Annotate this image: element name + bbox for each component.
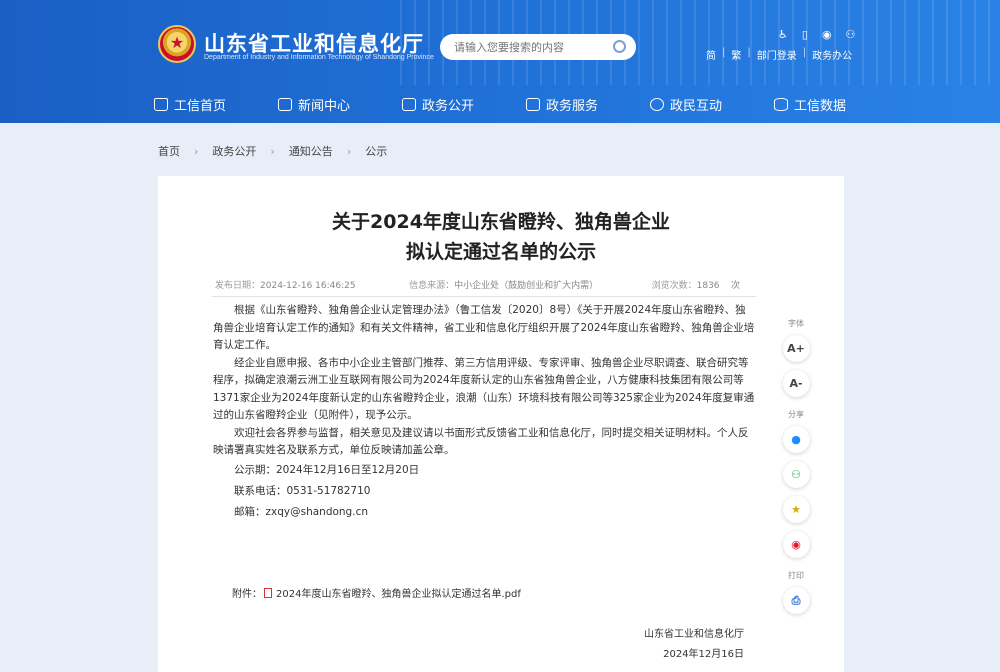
divider: | <box>722 47 726 58</box>
traditional-link[interactable]: 繁 <box>731 47 741 62</box>
breadcrumb-disclosure[interactable]: 政务公开 <box>212 143 256 159</box>
nav-item-service[interactable]: 政务服务 <box>500 95 624 114</box>
news-icon <box>277 97 292 111</box>
qq-share-icon[interactable]: ● <box>782 426 810 453</box>
favorite-star-icon[interactable]: ★ <box>782 496 810 523</box>
info-source-label: 信息来源： <box>409 281 455 291</box>
attachment-link[interactable]: 2024年度山东省瞪羚、独角兽企业拟认定通过名单.pdf <box>276 585 521 600</box>
national-emblem-logo[interactable] <box>158 25 196 63</box>
home-icon <box>153 97 168 111</box>
breadcrumb-current[interactable]: 公示 <box>365 143 387 159</box>
nav-item-label: 政民互动 <box>669 98 722 114</box>
search-box <box>440 34 636 60</box>
publish-date-value: 2024-12-16 16:46:25 <box>260 281 356 291</box>
wechat-icon[interactable]: ⚇ <box>846 28 856 41</box>
search-icon[interactable] <box>613 40 626 53</box>
meta-divider <box>212 296 756 297</box>
attachment: 附件： 2024年度山东省瞪羚、独角兽企业拟认定通过名单.pdf <box>232 585 521 600</box>
simplified-link[interactable]: 简 <box>706 47 716 62</box>
department-login-link[interactable]: 部门登录 <box>757 47 797 62</box>
article-meta: 发布日期：2024-12-16 16:46:25 信息来源：中小企业处（鼓励创业… <box>215 278 740 291</box>
print-label: 打印 <box>788 571 804 580</box>
accessibility-icon[interactable]: ♿ <box>778 28 788 41</box>
site-header: 山东省工业和信息化厅 Department of Industry and In… <box>0 0 1000 123</box>
chat-icon <box>649 97 664 111</box>
signature: 山东省工业和信息化厅 <box>644 629 744 640</box>
search-input[interactable] <box>440 34 600 60</box>
monitor-icon <box>401 97 416 111</box>
divider: | <box>747 47 751 58</box>
paragraph: 根据《山东省瞪羚、独角兽企业认定管理办法》（鲁工信发〔2020〕8号）《关于开展… <box>213 304 755 351</box>
publish-date-label: 发布日期： <box>215 281 261 291</box>
nav-item-label: 工信数据 <box>793 98 846 114</box>
view-count-label: 浏览次数： <box>651 281 697 291</box>
print-icon[interactable]: ⎙ <box>782 587 810 614</box>
nav-item-home[interactable]: 工信首页 <box>128 95 252 114</box>
breadcrumb: 首页 › 政务公开 › 通知公告 › 公示 <box>158 143 387 159</box>
paragraph: 欢迎社会各界参与监督，相关意见及建议请以书面形式反馈省工业和信息化厅，同时提交相… <box>213 426 749 457</box>
breadcrumb-notices[interactable]: 通知公告 <box>289 143 333 159</box>
site-subtitle: Department of Industry and Information T… <box>204 54 434 61</box>
divider: | <box>802 47 807 58</box>
office-link[interactable]: 政务办公 <box>812 47 852 62</box>
info-source: 信息来源：中小企业处（鼓励创业和扩大内需） <box>409 278 598 291</box>
sign-date: 2024年12月16日 <box>663 649 744 660</box>
article-title-line2: 拟认定通过名单的公示 <box>405 241 596 263</box>
service-icon <box>525 97 540 111</box>
mobile-icon[interactable]: ▯ <box>802 28 808 41</box>
nav-item-label: 工信首页 <box>173 98 226 114</box>
database-icon <box>773 97 788 111</box>
info-source-value: 中小企业处（鼓励创业和扩大内需） <box>454 281 599 291</box>
nav-item-data[interactable]: 工信数据 <box>748 95 872 114</box>
contact-phone: 联系电话：0531-51782710 <box>234 484 371 497</box>
view-count-value: 1836 <box>696 281 720 291</box>
nav-item-news[interactable]: 新闻中心 <box>252 95 376 114</box>
paragraph: 经企业自愿申报、各市中小企业主管部门推荐、第三方信用评级、专家评审、独角兽企业尽… <box>213 356 755 422</box>
top-links: 简 | 繁 | 部门登录 | 政务办公 <box>706 47 852 62</box>
weibo-icon[interactable]: ◉ <box>822 28 832 41</box>
article-title-line1: 关于2024年度山东省瞪羚、独角兽企业 <box>332 211 670 233</box>
publish-date: 发布日期：2024-12-16 16:46:25 <box>215 278 356 291</box>
nav-item-disclosure[interactable]: 政务公开 <box>376 95 500 114</box>
font-decrease-button[interactable]: A- <box>782 370 810 397</box>
contact-email: 邮箱：zxqy@shandong.cn <box>234 505 368 518</box>
attachment-label: 附件： <box>232 589 262 600</box>
view-count: 浏览次数：1836 次 <box>652 278 740 291</box>
nav-item-label: 政务公开 <box>421 98 474 114</box>
main-nav: 工信首页 新闻中心 政务公开 政务服务 政民互动 工信数据 <box>0 85 1000 123</box>
nav-item-label: 新闻中心 <box>297 98 350 114</box>
publicity-period: 公示期：2024年12月16日至12月20日 <box>234 463 420 476</box>
wechat-share-icon[interactable]: ⚇ <box>782 461 810 488</box>
pdf-icon <box>264 587 272 598</box>
top-icon-bar: ♿ ▯ ◉ ⚇ <box>778 28 855 41</box>
nav-item-label: 政务服务 <box>545 98 598 114</box>
breadcrumb-sep: › <box>270 144 275 158</box>
article-body: 根据《山东省瞪羚、独角兽企业认定管理办法》（鲁工信发〔2020〕8号）《关于开展… <box>213 302 755 523</box>
breadcrumb-sep: › <box>346 144 352 158</box>
weibo-share-icon[interactable]: ◉ <box>782 531 810 558</box>
breadcrumb-sep: › <box>194 144 199 158</box>
view-count-unit: 次 <box>730 281 740 291</box>
share-label: 分享 <box>788 410 804 419</box>
nav-item-interaction[interactable]: 政民互动 <box>624 95 748 114</box>
article-tools: 字体 A+ A- 分享 ● ⚇ ★ ◉ 打印 ⎙ <box>780 318 812 622</box>
breadcrumb-home[interactable]: 首页 <box>158 143 180 159</box>
article-title: 关于2024年度山东省瞪羚、独角兽企业 拟认定通过名单的公示 <box>0 207 844 267</box>
font-size-label: 字体 <box>788 319 804 328</box>
font-increase-button[interactable]: A+ <box>782 335 810 362</box>
